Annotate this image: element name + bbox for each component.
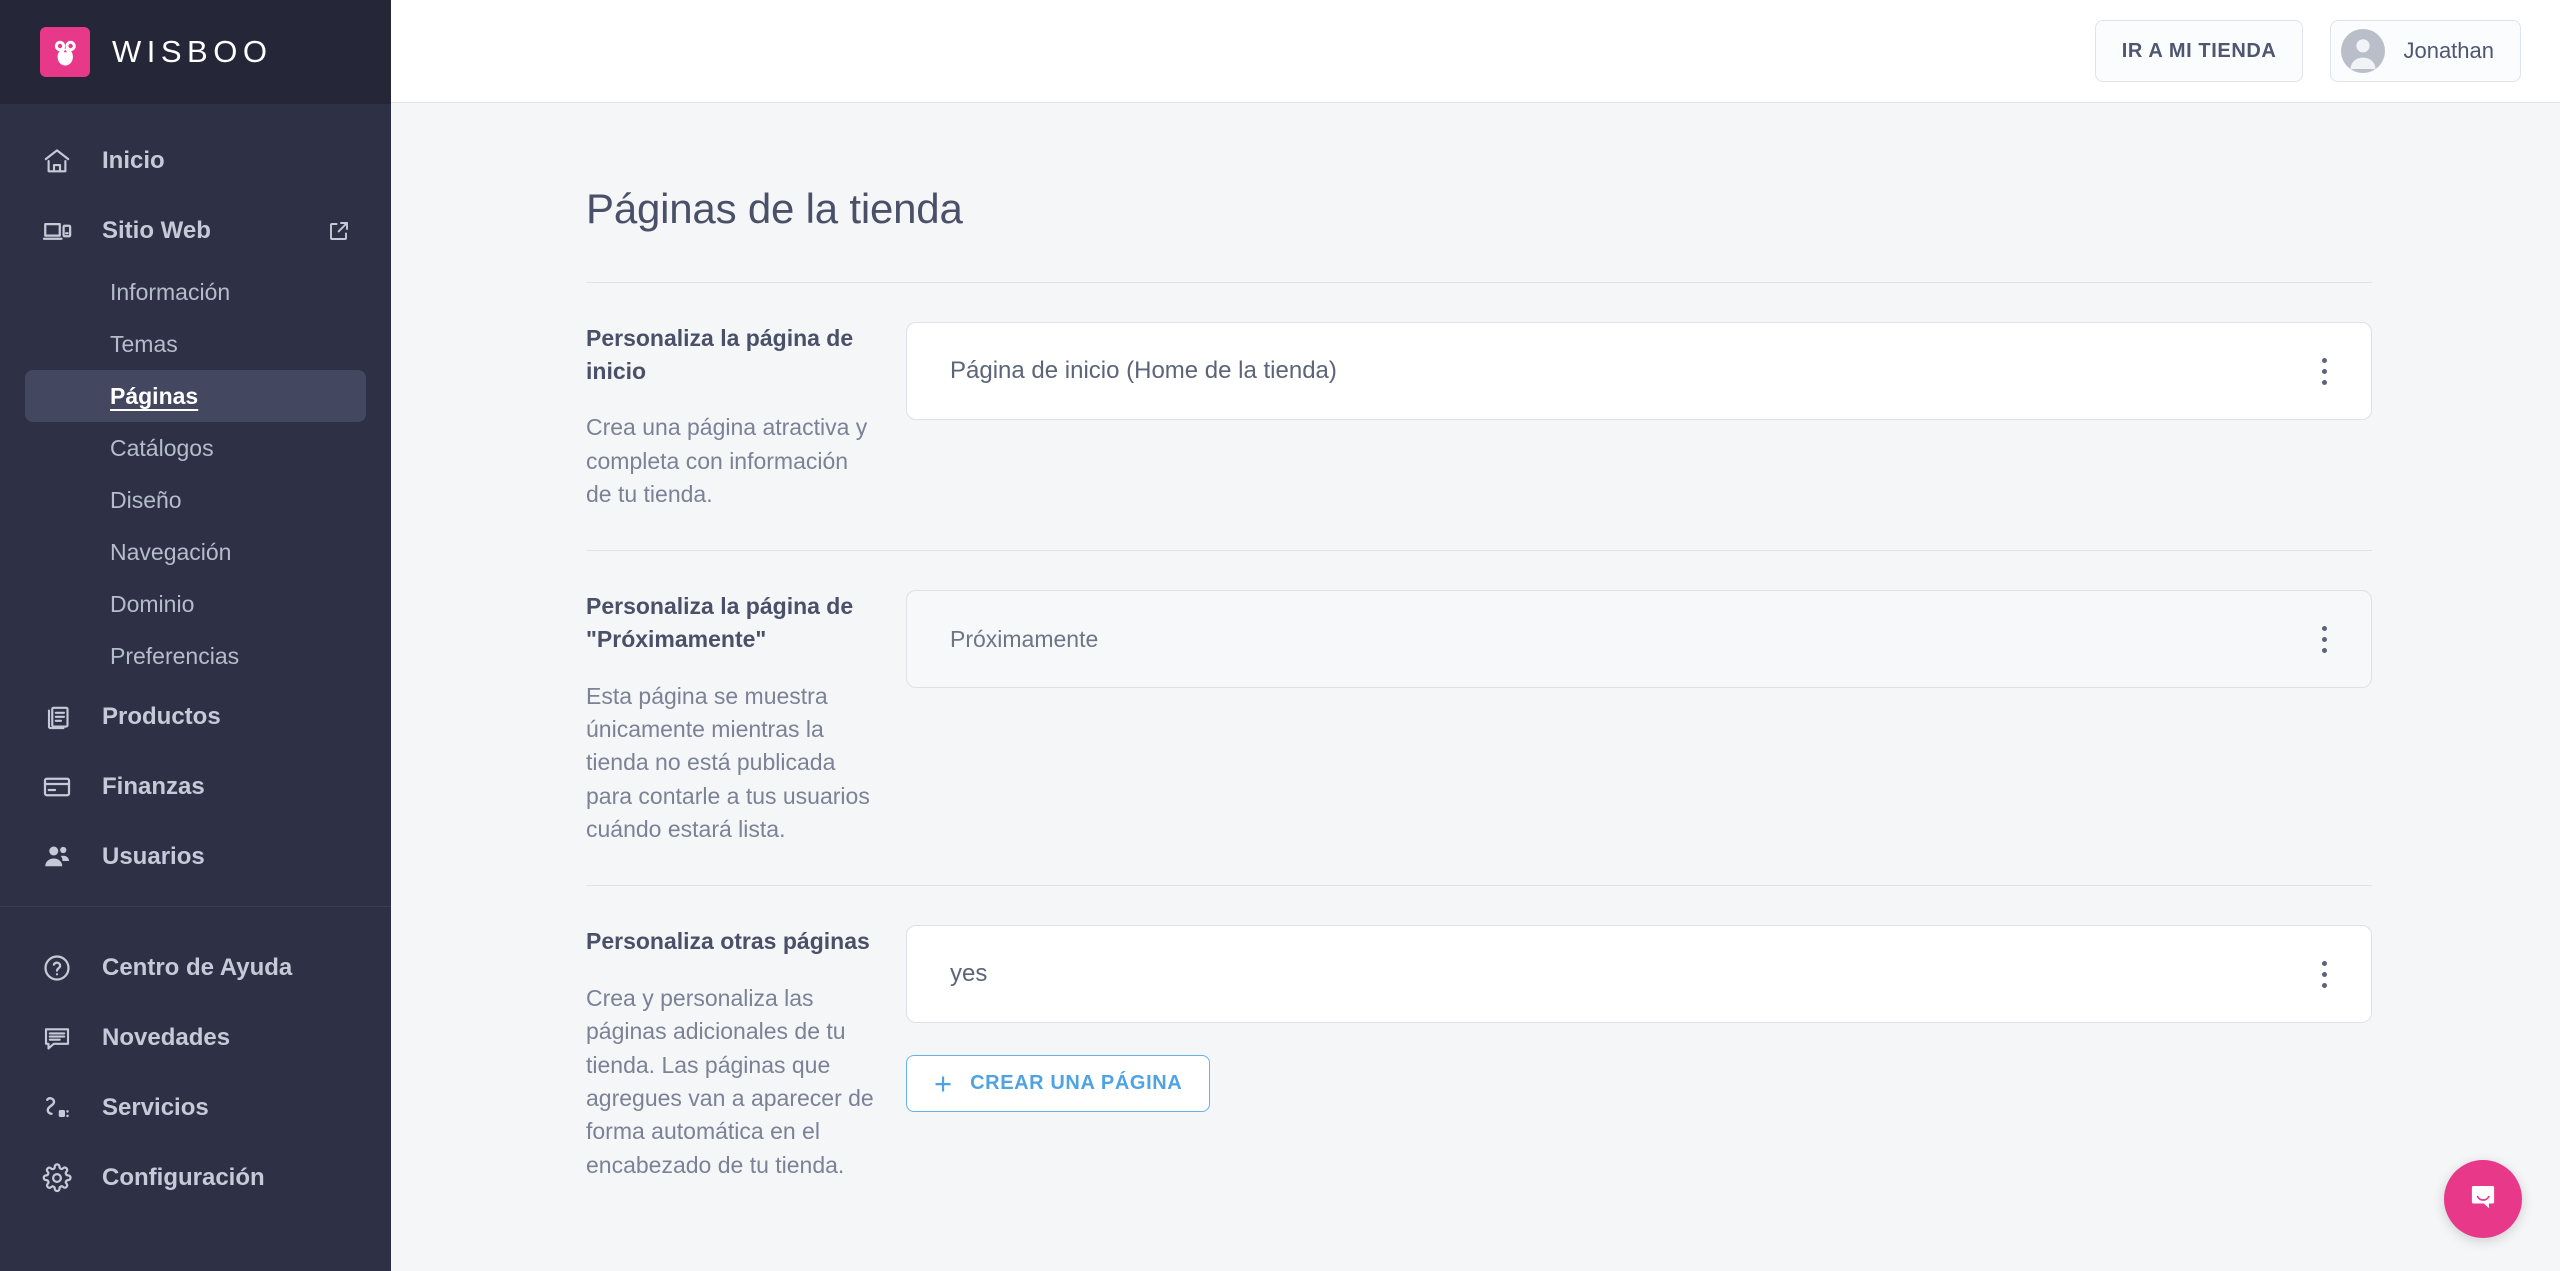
sidebar-item-preferencias[interactable]: Preferencias [25, 630, 366, 682]
sidebar-item-label: Productos [102, 703, 221, 730]
section-content: Próximamente [906, 590, 2372, 846]
more-options-icon[interactable] [2307, 954, 2341, 994]
sidebar-item-dominio[interactable]: Dominio [25, 578, 366, 630]
sidebar-subitem-label: Información [110, 278, 231, 305]
page-card-home[interactable]: Página de inicio (Home de la tienda) [906, 322, 2372, 420]
section-title: Personaliza la página de "Próximamente" [586, 593, 854, 652]
sidebar-subitem-label: Temas [110, 330, 178, 357]
content-scroll: Páginas de la tienda Personaliza la pági… [391, 103, 2560, 1271]
sidebar-item-informacion[interactable]: Información [25, 266, 366, 318]
chat-launcher-button[interactable] [2444, 1160, 2522, 1238]
users-icon [40, 840, 74, 874]
create-page-label: CREAR UNA PÁGINA [970, 1072, 1183, 1095]
sidebar-item-novedades[interactable]: Novedades [0, 1003, 391, 1073]
section-description: Crea y personaliza las páginas adicional… [586, 985, 874, 1178]
documents-icon [40, 700, 74, 734]
sidebar-item-navegacion[interactable]: Navegación [25, 526, 366, 578]
sidebar-subitem-label: Preferencias [110, 642, 240, 669]
app-root: WISBOO Inicio Sitio Web Información Tema… [0, 0, 2560, 1271]
section-content: yes + CREAR UNA PÁGINA [906, 925, 2372, 1182]
sidebar-item-usuarios[interactable]: Usuarios [0, 822, 391, 892]
sidebar-nav-main: Inicio Sitio Web Información Temas Págin… [0, 104, 391, 892]
page-card-custom[interactable]: yes [906, 925, 2372, 1024]
gear-icon [40, 1161, 74, 1195]
sidebar-item-servicios[interactable]: Servicios [0, 1073, 391, 1143]
section-description: Esta página se muestra únicamente mientr… [586, 682, 870, 843]
page-card-coming-soon[interactable]: Próximamente [906, 590, 2372, 689]
section-text: Personaliza otras páginas Crea y persona… [586, 925, 906, 1182]
sidebar-subitem-label: Páginas [110, 382, 199, 409]
section-description: Crea una página atractiva y completa con… [586, 414, 868, 507]
more-options-icon[interactable] [2307, 619, 2341, 659]
section-text: Personaliza la página de "Próximamente" … [586, 590, 906, 846]
sidebar-logo[interactable]: WISBOO [0, 0, 391, 104]
sidebar-item-catalogos[interactable]: Catálogos [25, 422, 366, 474]
brand-name: WISBOO [112, 34, 273, 69]
sidebar-item-configuracion[interactable]: Configuración [0, 1143, 391, 1213]
monitor-icon [40, 214, 74, 248]
card-icon [40, 770, 74, 804]
sidebar: WISBOO Inicio Sitio Web Información Tema… [0, 0, 391, 1271]
section-coming-soon-page: Personaliza la página de "Próximamente" … [586, 551, 2372, 846]
sidebar-item-sitio-web[interactable]: Sitio Web [0, 196, 391, 266]
page-container: Páginas de la tienda Personaliza la pági… [586, 103, 2372, 1182]
section-home-page: Personaliza la página de inicio Crea una… [586, 283, 2372, 511]
sidebar-item-centro-de-ayuda[interactable]: Centro de Ayuda [0, 933, 391, 1003]
page-card-label: yes [950, 960, 988, 988]
sidebar-item-label: Servicios [102, 1094, 209, 1121]
section-other-pages: Personaliza otras páginas Crea y persona… [586, 886, 2372, 1182]
page-card-label: Próximamente [950, 625, 1099, 652]
plug-icon [40, 1091, 74, 1125]
go-to-store-button[interactable]: IR A MI TIENDA [2094, 20, 2304, 82]
home-icon [40, 144, 74, 178]
user-menu-button[interactable]: Jonathan [2330, 20, 2521, 82]
sidebar-subitem-label: Navegación [110, 538, 232, 565]
user-name: Jonathan [2403, 38, 2494, 63]
chat-lines-icon [40, 1021, 74, 1055]
sidebar-subitem-label: Catálogos [110, 434, 214, 461]
chat-bubble-smile-icon [2463, 1177, 2503, 1222]
sidebar-subitem-label: Dominio [110, 590, 195, 617]
owl-icon [40, 27, 90, 77]
sidebar-subitem-label: Diseño [110, 486, 182, 513]
topbar: IR A MI TIENDA Jonathan [391, 0, 2560, 103]
sidebar-item-label: Centro de Ayuda [102, 954, 293, 981]
plus-icon: + [934, 1066, 953, 1102]
sidebar-item-label: Novedades [102, 1024, 231, 1051]
sidebar-item-paginas[interactable]: Páginas [25, 370, 366, 422]
page-title: Páginas de la tienda [586, 185, 963, 232]
help-circle-icon [40, 951, 74, 985]
sidebar-item-label: Sitio Web [102, 217, 211, 244]
avatar [2341, 29, 2386, 73]
sidebar-item-label: Finanzas [102, 773, 205, 800]
sidebar-item-inicio[interactable]: Inicio [0, 126, 391, 196]
sidebar-item-label: Configuración [102, 1164, 265, 1191]
section-title: Personaliza otras páginas [586, 928, 870, 955]
section-title: Personaliza la página de inicio [586, 325, 854, 384]
section-text: Personaliza la página de inicio Crea una… [586, 322, 906, 511]
external-link-icon[interactable] [327, 219, 351, 243]
sidebar-item-label: Usuarios [102, 843, 205, 870]
sidebar-nav-bottom: Centro de Ayuda Novedades Servicios Conf… [0, 906, 391, 1233]
sidebar-item-diseno[interactable]: Diseño [25, 474, 366, 526]
main-area: IR A MI TIENDA Jonathan Páginas de la ti… [391, 0, 2560, 1271]
sidebar-item-productos[interactable]: Productos [0, 682, 391, 752]
sidebar-item-temas[interactable]: Temas [25, 318, 366, 370]
create-page-button[interactable]: + CREAR UNA PÁGINA [906, 1055, 1211, 1113]
page-card-label: Página de inicio (Home de la tienda) [950, 357, 1337, 384]
sidebar-item-label: Inicio [102, 147, 165, 174]
sidebar-item-finanzas[interactable]: Finanzas [0, 752, 391, 822]
section-content: Página de inicio (Home de la tienda) [906, 322, 2372, 511]
more-options-icon[interactable] [2307, 351, 2341, 391]
